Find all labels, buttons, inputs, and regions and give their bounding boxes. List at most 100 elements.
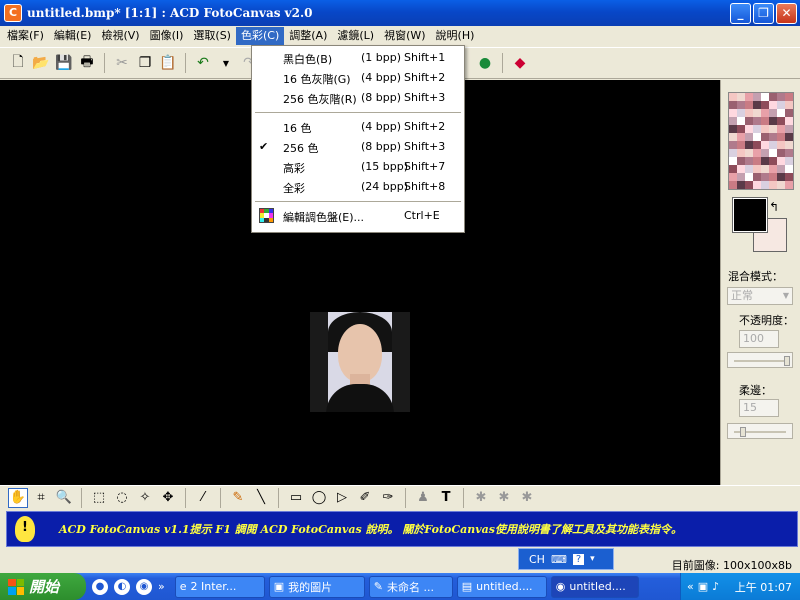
swatch-cell[interactable] xyxy=(745,93,753,101)
swatch-cell[interactable] xyxy=(785,93,793,101)
swatch-cell[interactable] xyxy=(729,165,737,173)
swatch-cell[interactable] xyxy=(729,181,737,189)
swatch-cell[interactable] xyxy=(761,173,769,181)
swatch-cell[interactable] xyxy=(769,133,777,141)
swatch-cell[interactable] xyxy=(745,101,753,109)
swatch-cell[interactable] xyxy=(753,117,761,125)
swatch-cell[interactable] xyxy=(785,173,793,181)
swatch-cell[interactable] xyxy=(745,141,753,149)
swatch-cell[interactable] xyxy=(745,173,753,181)
swatch-cell[interactable] xyxy=(745,133,753,141)
swatch-cell[interactable] xyxy=(777,165,785,173)
menu-image[interactable]: 圖像(I) xyxy=(145,27,189,45)
opacity-slider-thumb[interactable] xyxy=(784,356,790,366)
language-indicator[interactable]: CH xyxy=(529,553,545,566)
menu-item-edit-palette[interactable]: 編輯調色盤(E)... Ctrl+E xyxy=(252,206,464,226)
swatch-cell[interactable] xyxy=(737,165,745,173)
swatch-cell[interactable] xyxy=(785,117,793,125)
menu-view[interactable]: 檢視(V) xyxy=(96,27,144,45)
swatch-cell[interactable] xyxy=(761,141,769,149)
print-icon[interactable]: 🖶 xyxy=(77,53,97,73)
swatch-cell[interactable] xyxy=(753,125,761,133)
opacity-slider[interactable] xyxy=(727,352,793,368)
swatch-cell[interactable] xyxy=(745,117,753,125)
swatch-cell[interactable] xyxy=(729,125,737,133)
swatch-cell[interactable] xyxy=(785,181,793,189)
swatch-cell[interactable] xyxy=(785,165,793,173)
swatch-cell[interactable] xyxy=(761,101,769,109)
swatch-cell[interactable] xyxy=(777,149,785,157)
swatch-cell[interactable] xyxy=(777,141,785,149)
swatch-cell[interactable] xyxy=(753,141,761,149)
swatch-cell[interactable] xyxy=(737,109,745,117)
swatch-cell[interactable] xyxy=(753,173,761,181)
swatch-cell[interactable] xyxy=(777,101,785,109)
swatch-cell[interactable] xyxy=(729,117,737,125)
save-icon[interactable]: 💾 xyxy=(54,53,74,73)
swatch-cell[interactable] xyxy=(729,93,737,101)
swap-colors-icon[interactable]: ↰ xyxy=(769,200,779,214)
foreground-color[interactable] xyxy=(732,197,768,233)
swatch-cell[interactable] xyxy=(777,125,785,133)
swatch-cell[interactable] xyxy=(769,165,777,173)
swatch-cell[interactable] xyxy=(761,149,769,157)
swatch-cell[interactable] xyxy=(769,173,777,181)
menu-item-black-white[interactable]: 黑白色(B) (1 bpp) Shift+1 xyxy=(252,48,464,68)
swatch-cell[interactable] xyxy=(737,125,745,133)
undo-icon[interactable]: ↶ xyxy=(193,53,213,73)
volume-icon[interactable]: ♪ xyxy=(712,580,719,593)
blend-mode-select[interactable]: 正常 ▼ xyxy=(727,287,793,305)
line-tool-icon[interactable]: ╲ xyxy=(251,488,271,508)
swatch-cell[interactable] xyxy=(729,109,737,117)
swatch-cell[interactable] xyxy=(737,149,745,157)
swatch-cell[interactable] xyxy=(753,165,761,173)
quicklaunch-chevron-icon[interactable]: » xyxy=(158,580,165,593)
swatch-cell[interactable] xyxy=(777,109,785,117)
open-folder-icon[interactable]: 📂 xyxy=(31,53,51,73)
swatch-cell[interactable] xyxy=(745,149,753,157)
swatch-cell[interactable] xyxy=(777,93,785,101)
pencil-icon[interactable]: ✎ xyxy=(228,488,248,508)
effect-bug-icon-2[interactable]: ✱ xyxy=(494,488,514,508)
quicklaunch-icon-3[interactable]: ◉ xyxy=(136,578,152,595)
menu-filter[interactable]: 濾鏡(L) xyxy=(332,27,379,45)
quicklaunch-icon-1[interactable]: ● xyxy=(92,578,108,595)
swatch-cell[interactable] xyxy=(753,181,761,189)
start-button[interactable]: 開始 xyxy=(0,573,86,600)
swatch-cell[interactable] xyxy=(729,149,737,157)
swatch-cell[interactable] xyxy=(769,109,777,117)
swatch-cell[interactable] xyxy=(761,157,769,165)
taskbar-button-my-pictures[interactable]: ▣ 我的圖片 xyxy=(268,575,365,598)
swatch-cell[interactable] xyxy=(769,93,777,101)
ellipse-tool-icon[interactable]: ◯ xyxy=(309,488,329,508)
stamp-tool-icon[interactable]: ♟ xyxy=(413,488,433,508)
swatch-cell[interactable] xyxy=(769,117,777,125)
keyboard-icon[interactable]: ⌨ xyxy=(551,553,567,566)
swatch-cell[interactable] xyxy=(745,157,753,165)
lasso-icon[interactable]: ◌ xyxy=(112,488,132,508)
menu-help[interactable]: 說明(H) xyxy=(431,27,480,45)
swatch-cell[interactable] xyxy=(737,181,745,189)
swatch-cell[interactable] xyxy=(753,149,761,157)
swatch-cell[interactable] xyxy=(761,93,769,101)
swatch-cell[interactable] xyxy=(785,149,793,157)
swatch-cell[interactable] xyxy=(785,157,793,165)
menu-item-high-color[interactable]: 高彩 (15 bpp) Shift+7 xyxy=(252,157,464,177)
menu-file[interactable]: 檔案(F) xyxy=(2,27,49,45)
soft-edge-spinner[interactable]: 15 xyxy=(739,399,779,417)
swatch-cell[interactable] xyxy=(753,157,761,165)
taskbar-button-untitled-1[interactable]: ▤ untitled.... xyxy=(456,575,547,598)
eyedropper-icon[interactable]: ⁄ xyxy=(193,488,213,508)
swatch-cell[interactable] xyxy=(729,101,737,109)
swatch-cell[interactable] xyxy=(729,173,737,181)
menu-item-16-color[interactable]: 16 色 (4 bpp) Shift+2 xyxy=(252,117,464,137)
swatch-cell[interactable] xyxy=(753,109,761,117)
maximize-button[interactable]: ❐ xyxy=(753,3,774,24)
color-swatch-grid[interactable] xyxy=(728,92,794,190)
swatch-cell[interactable] xyxy=(785,141,793,149)
effect-bug-icon-3[interactable]: ✱ xyxy=(517,488,537,508)
swatch-cell[interactable] xyxy=(769,181,777,189)
menu-item-true-color[interactable]: 全彩 (24 bpp) Shift+8 xyxy=(252,177,464,197)
menu-adjust[interactable]: 調整(A) xyxy=(284,27,332,45)
swatch-cell[interactable] xyxy=(753,101,761,109)
